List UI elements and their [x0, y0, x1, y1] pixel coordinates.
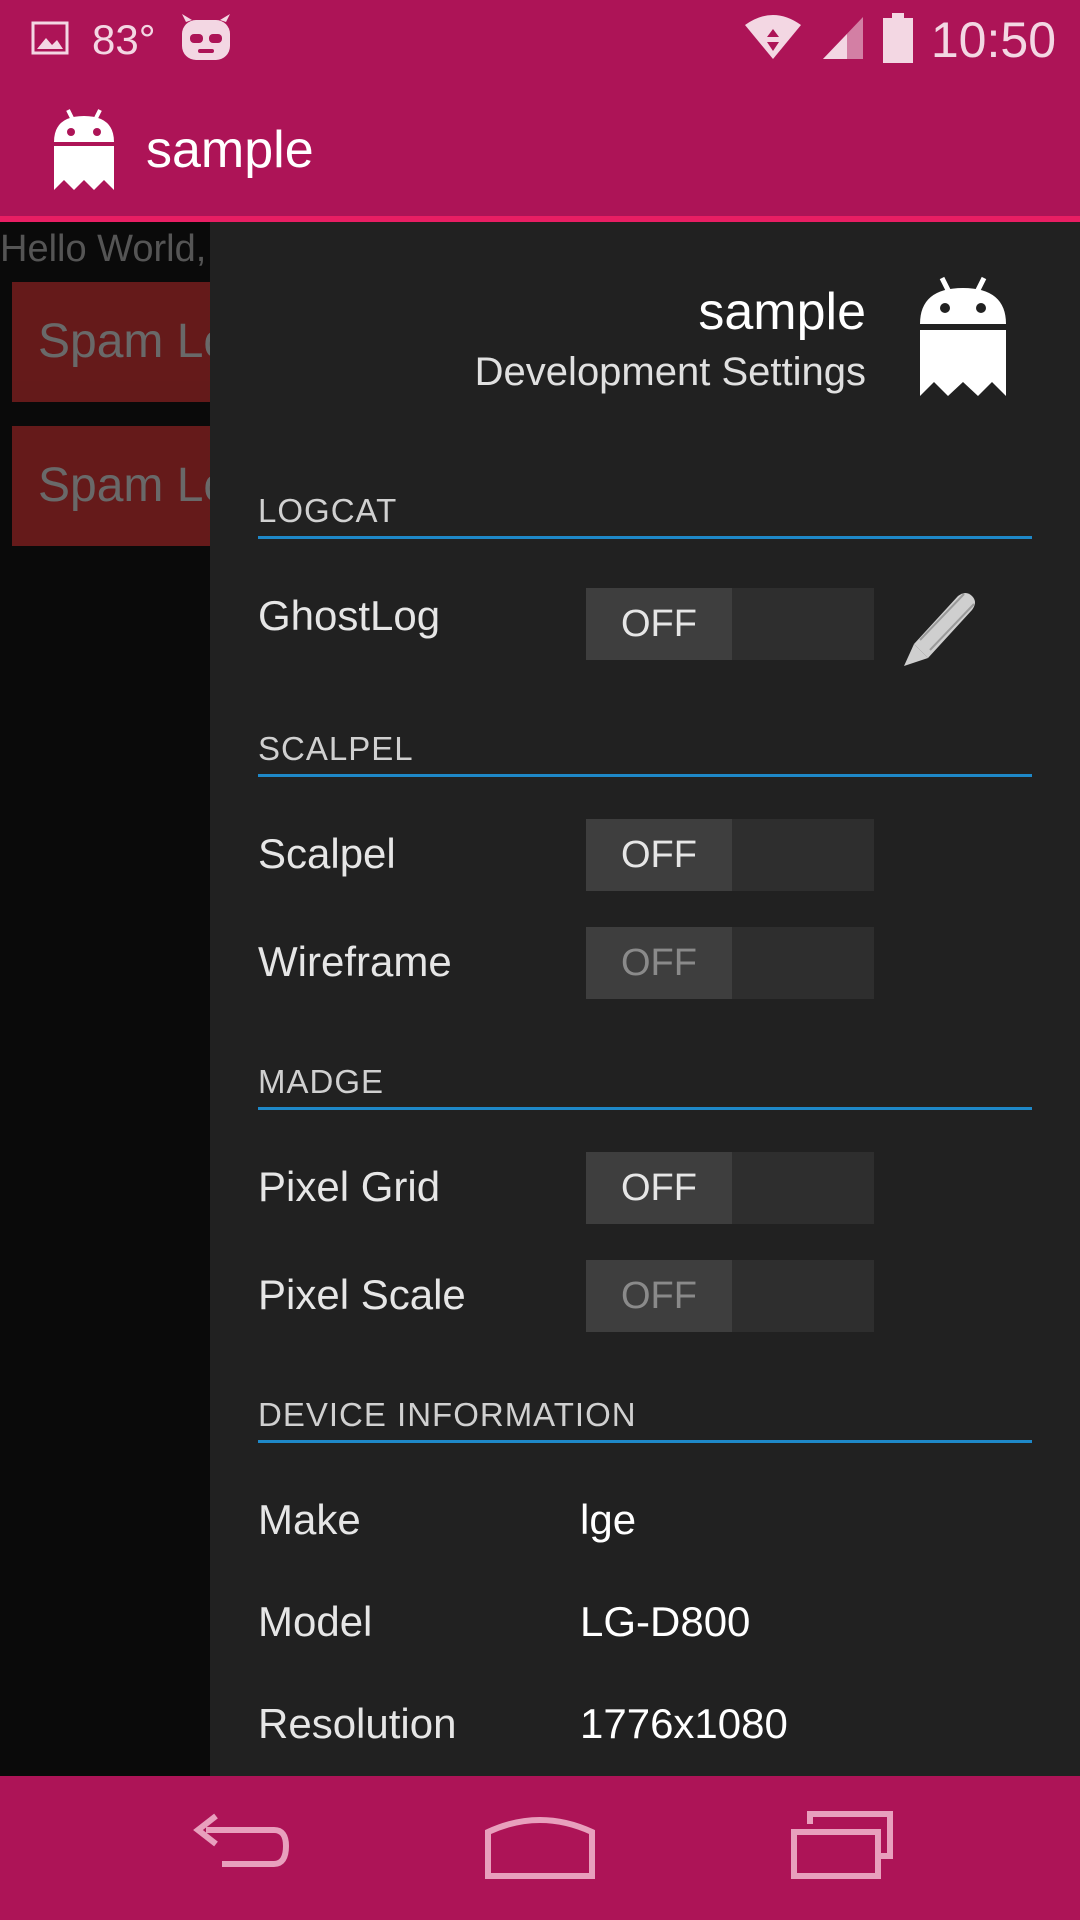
android-ghost-icon[interactable]: [52, 106, 116, 197]
model-value: LG-D800: [580, 1598, 751, 1645]
pixel-grid-toggle-state: OFF: [586, 1152, 732, 1224]
status-bar: 83° 10:50: [0, 0, 1080, 78]
section-header-device-information: DEVICE INFORMATION: [258, 1396, 637, 1433]
app-title: sample: [146, 121, 314, 179]
pixel-scale-label: Pixel Scale: [258, 1271, 466, 1318]
clock: 10:50: [930, 12, 1056, 68]
back-icon[interactable]: [186, 1806, 290, 1891]
model-label: Model: [258, 1598, 373, 1645]
drawer-app-name: sample: [698, 283, 866, 341]
pixel-scale-toggle-state: OFF: [586, 1260, 732, 1332]
section-madge: MADGE: [258, 1063, 1032, 1110]
section-logcat: LOGCAT: [258, 492, 1032, 539]
section-scalpel: SCALPEL: [258, 730, 1032, 777]
wireframe-label: Wireframe: [258, 938, 452, 985]
pixel-scale-toggle[interactable]: OFF: [586, 1260, 874, 1332]
status-bar-left: 83°: [30, 10, 234, 70]
home-icon[interactable]: [484, 1806, 596, 1891]
pencil-icon[interactable]: [900, 584, 984, 673]
wifi-icon: [743, 14, 803, 66]
scalpel-toggle[interactable]: OFF: [586, 819, 874, 891]
ghostlog-label: GhostLog: [258, 592, 441, 639]
android-ghost-icon: [918, 274, 1008, 405]
section-header-madge: MADGE: [258, 1063, 385, 1100]
section-header-scalpel: SCALPEL: [258, 730, 414, 767]
development-settings-drawer: sample Development Settings LOGCAT Ghost…: [210, 222, 1080, 1776]
battery-icon: [882, 12, 913, 68]
status-bar-right: 10:50: [743, 10, 1056, 70]
ghostlog-toggle[interactable]: OFF: [586, 588, 874, 660]
section-header-logcat: LOGCAT: [258, 492, 398, 529]
cyanogen-mascot-icon: [178, 12, 234, 69]
resolution-label: Resolution: [258, 1700, 457, 1747]
section-device-information: DEVICE INFORMATION: [258, 1396, 1032, 1443]
recents-icon[interactable]: [790, 1806, 894, 1891]
scalpel-label: Scalpel: [258, 830, 396, 877]
gallery-notification-icon: [30, 18, 70, 63]
resolution-value: 1776x1080: [580, 1700, 788, 1747]
pixel-grid-toggle[interactable]: OFF: [586, 1152, 874, 1224]
navigation-bar: [0, 1776, 1080, 1920]
make-label: Make: [258, 1496, 361, 1543]
temperature-text: 83°: [92, 16, 156, 63]
drawer-header: sample Development Settings: [210, 222, 1080, 422]
scalpel-toggle-state: OFF: [586, 819, 732, 891]
pixel-grid-label: Pixel Grid: [258, 1163, 441, 1210]
make-value: lge: [580, 1496, 637, 1543]
wireframe-toggle-state: OFF: [586, 927, 732, 999]
wireframe-toggle[interactable]: OFF: [586, 927, 874, 999]
signal-icon: [821, 15, 865, 66]
drawer-subtitle: Development Settings: [474, 350, 866, 394]
ghostlog-toggle-state: OFF: [586, 588, 732, 660]
action-bar: sample: [0, 78, 1080, 222]
